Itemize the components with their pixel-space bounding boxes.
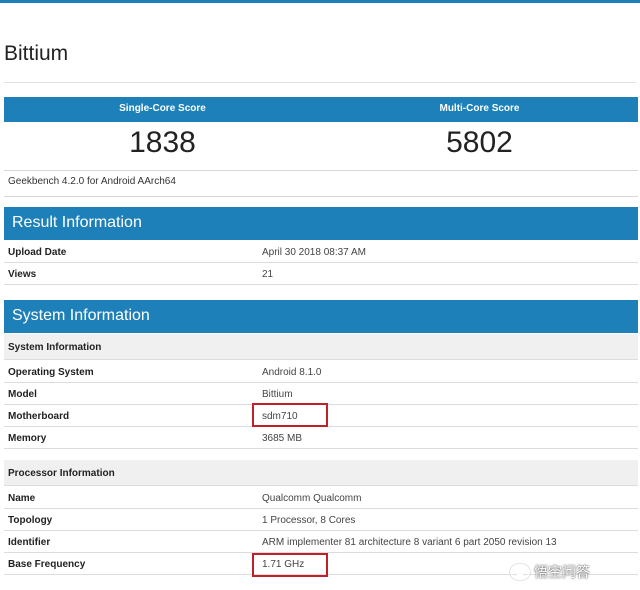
row-label: Motherboard xyxy=(8,411,70,422)
speech-bubble-icon xyxy=(510,564,530,580)
info-row-views: Views 21 xyxy=(4,263,638,285)
watermark-text: 悟空问答 xyxy=(534,564,590,580)
processor-subheader: Processor Information xyxy=(4,460,638,486)
row-label: Memory xyxy=(8,433,47,444)
row-label: Views xyxy=(8,269,37,280)
row-value: Android 8.1.0 xyxy=(262,367,322,378)
info-row-upload-date: Upload Date April 30 2018 08:37 AM xyxy=(4,241,638,263)
row-label: Operating System xyxy=(8,367,94,378)
benchmark-version: Geekbench 4.2.0 for Android AArch64 xyxy=(8,176,176,187)
row-value: 3685 MB xyxy=(262,433,303,444)
frequency-highlight-box xyxy=(252,553,328,577)
multi-core-score: 5802 xyxy=(446,126,513,159)
single-core-score: 1838 xyxy=(129,126,196,159)
subheader-label: Processor Information xyxy=(8,468,115,479)
multi-core-label: Multi-Core Score xyxy=(439,103,520,114)
divider xyxy=(4,82,636,83)
row-label: Upload Date xyxy=(8,247,67,258)
row-value: ARM implementer 81 architecture 8 varian… xyxy=(262,537,557,548)
row-label: Identifier xyxy=(8,537,51,548)
score-header: Single-Core Score Multi-Core Score xyxy=(4,97,638,122)
info-row-model: Model Bittium xyxy=(4,383,638,405)
row-value: 21 xyxy=(262,269,274,280)
info-row-memory: Memory 3685 MB xyxy=(4,427,638,449)
subheader-label: System Information xyxy=(8,342,102,353)
row-label: Base Frequency xyxy=(8,559,86,570)
result-information-header: Result Information xyxy=(4,207,638,240)
row-label: Name xyxy=(8,493,36,504)
row-value: April 30 2018 08:37 AM xyxy=(262,247,366,258)
info-row-identifier: Identifier ARM implementer 81 architectu… xyxy=(4,531,638,553)
row-value: 1 Processor, 8 Cores xyxy=(262,515,356,526)
row-label: Model xyxy=(8,389,37,400)
top-accent-line xyxy=(0,0,640,3)
row-value: Bittium xyxy=(262,389,293,400)
single-core-label: Single-Core Score xyxy=(119,103,206,114)
device-title: Bittium xyxy=(4,42,69,65)
info-row-operating-system: Operating System Android 8.1.0 xyxy=(4,361,638,383)
system-subheader: System Information xyxy=(4,334,638,360)
row-label: Topology xyxy=(8,515,53,526)
motherboard-highlight-box xyxy=(252,403,328,427)
section-title: System Information xyxy=(12,307,150,324)
divider xyxy=(4,170,638,171)
info-row-topology: Topology 1 Processor, 8 Cores xyxy=(4,509,638,531)
row-value: Qualcomm Qualcomm xyxy=(262,493,362,504)
divider xyxy=(4,196,638,197)
section-title: Result Information xyxy=(12,214,142,231)
system-information-header: System Information xyxy=(4,300,638,333)
info-row-name: Name Qualcomm Qualcomm xyxy=(4,487,638,509)
watermark: 悟空问答 xyxy=(510,562,590,582)
